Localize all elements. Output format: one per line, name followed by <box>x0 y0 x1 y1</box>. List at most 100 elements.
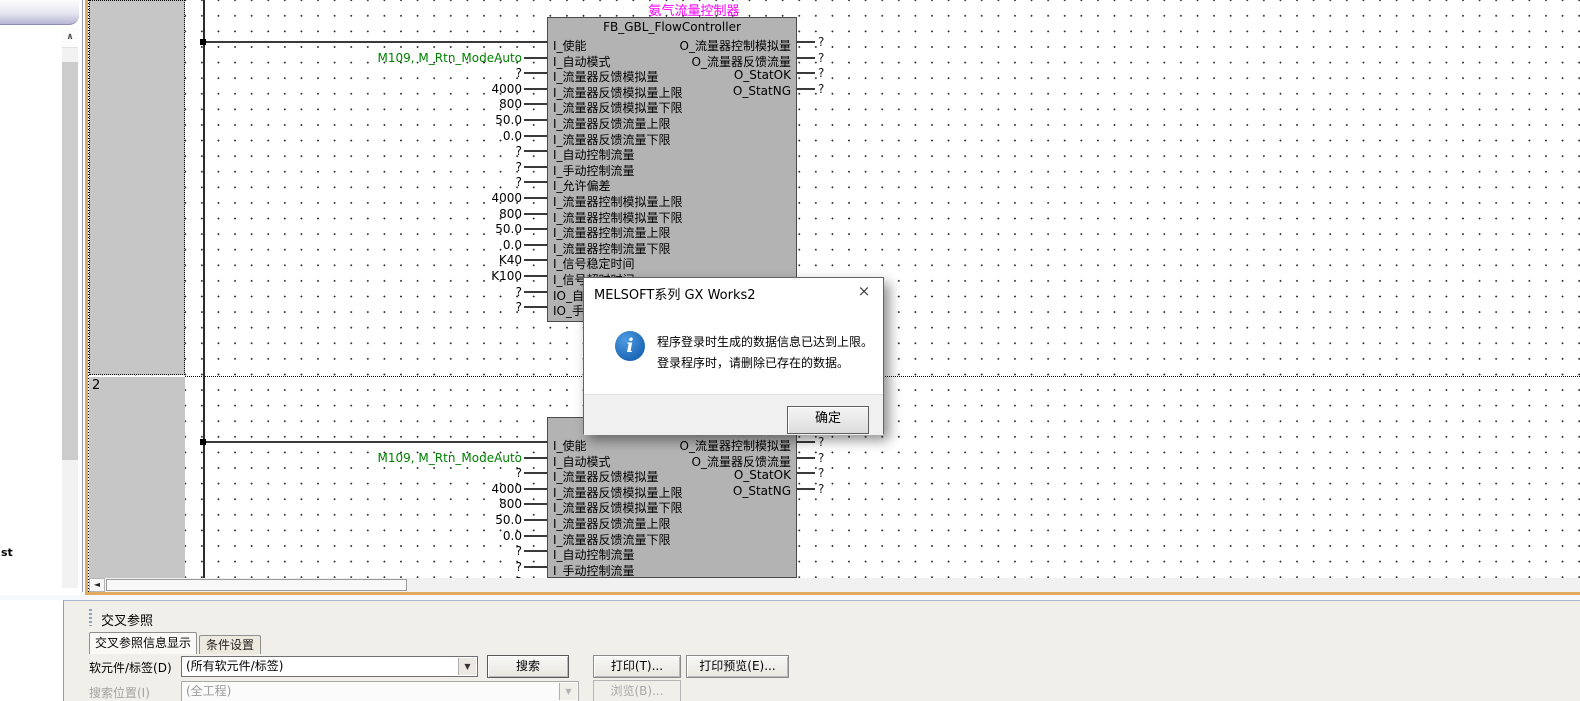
output-operand-value[interactable]: ? <box>818 435 838 449</box>
pin-wire <box>524 88 547 90</box>
operand-value[interactable]: 800 <box>302 207 522 221</box>
operand-value[interactable]: 800 <box>302 497 522 511</box>
fb-output-pin-label: O_StatOK <box>734 68 791 82</box>
fb-input-pin-label: I_手动控制流量 <box>553 562 635 578</box>
close-icon[interactable]: × <box>845 278 883 305</box>
operand-value[interactable]: 50.0 <box>302 113 522 127</box>
tab-condition-settings[interactable]: 条件设置 <box>199 635 261 654</box>
operand-value[interactable]: M109, M_Rtn_ModeAuto <box>302 451 522 465</box>
operand-value[interactable]: ? <box>302 560 522 574</box>
operand-value[interactable]: ? <box>302 66 522 80</box>
operand-value[interactable]: 4000 <box>302 82 522 96</box>
cross-reference-panel-title: 交叉参照 <box>101 610 153 629</box>
operand-value[interactable]: ? <box>302 300 522 314</box>
operand-value[interactable]: 0.0 <box>302 238 522 252</box>
chevron-down-icon: ▼ <box>559 683 577 700</box>
fb-input-pin-label: I_流量器控制模拟量下限 <box>553 209 683 226</box>
operand-value[interactable]: 4000 <box>302 482 522 496</box>
pin-wire <box>524 503 547 505</box>
pin-wire <box>524 519 547 521</box>
wire-junction <box>200 439 206 445</box>
info-icon: i <box>615 331 645 361</box>
operand-value[interactable]: ? <box>302 466 522 480</box>
print-button[interactable]: 打印(T)... <box>593 655 681 678</box>
fb-input-pin-label: I_自动模式 <box>553 53 611 70</box>
fb-input-pin-label: I_流量器反馈流量下限 <box>553 531 671 548</box>
cross-reference-panel: 交叉参照 交叉参照信息显示 条件设置 软元件/标签(D) (所有软元件/标签) … <box>63 600 1580 701</box>
output-operand-value[interactable]: ? <box>818 482 838 496</box>
device-combobox[interactable]: (所有软元件/标签) ▼ <box>181 656 478 677</box>
operand-value[interactable]: 50.0 <box>302 222 522 236</box>
pin-wire <box>524 259 547 261</box>
pin-wire <box>524 472 547 474</box>
fb-input-pin-label: I_流量器反馈模拟量 <box>553 468 659 485</box>
editor-horizontal-scrollbar[interactable]: ◄ <box>89 578 1580 592</box>
fb-input-pin-label: I_信号稳定时间 <box>553 255 635 272</box>
pin-wire <box>797 457 815 459</box>
dialog-footer: 确定 <box>584 394 883 435</box>
output-operand-value[interactable]: ? <box>818 466 838 480</box>
pin-wire <box>524 228 547 230</box>
operand-value[interactable]: ? <box>302 544 522 558</box>
left-panel-scrollbar-thumb[interactable] <box>62 62 78 460</box>
search-button[interactable]: 搜索 <box>487 655 569 678</box>
pin-wire <box>524 291 547 293</box>
dialog-message-line2: 登录程序时，请删除已存在的数据。 <box>657 354 849 371</box>
output-operand-value[interactable]: ? <box>818 451 838 465</box>
operand-value[interactable]: ? <box>302 160 522 174</box>
pin-wire <box>524 457 547 459</box>
editor-horizontal-scrollbar-thumb[interactable] <box>106 579 407 591</box>
left-panel-header-fragment <box>0 0 79 25</box>
fb-title: FB_GBL_FlowController <box>548 20 796 34</box>
fb-output-pin-label: O_流量器反馈流量 <box>692 53 791 70</box>
fb-instance-block[interactable]: FB_GBL_FlowControllerI_使能O_流量器控制模拟量I_自动模… <box>547 417 797 578</box>
operand-value[interactable]: 0.0 <box>302 529 522 543</box>
output-operand-value[interactable]: ? <box>818 51 838 65</box>
panel-grip-icon[interactable] <box>89 609 92 626</box>
fb-input-pin-label: I_流量器反馈模拟量下限 <box>553 99 683 116</box>
pin-wire <box>524 244 547 246</box>
operand-value[interactable]: 50.0 <box>302 513 522 527</box>
chevron-down-icon[interactable]: ▼ <box>458 658 476 675</box>
operand-value[interactable]: ? <box>302 144 522 158</box>
scroll-up-icon[interactable]: ∧ <box>62 28 78 48</box>
operand-value[interactable]: 4000 <box>302 191 522 205</box>
left-panel-border <box>82 0 83 592</box>
operand-value[interactable]: ? <box>302 285 522 299</box>
rung-wire <box>203 41 547 43</box>
rung-2-number: 2 <box>92 378 100 393</box>
device-label: 软元件/标签(D) <box>89 659 172 676</box>
wire-junction <box>200 39 206 45</box>
fb-input-pin-label: I_流量器反馈模拟量下限 <box>553 499 683 516</box>
tab-cross-reference-info[interactable]: 交叉参照信息显示 <box>89 632 197 654</box>
pin-wire <box>524 213 547 215</box>
fb-output-pin-label: O_StatNG <box>733 484 791 498</box>
rung-2-margin[interactable]: 2 <box>89 377 185 578</box>
output-operand-value[interactable]: ? <box>818 82 838 96</box>
ok-button[interactable]: 确定 <box>787 406 869 434</box>
operand-value[interactable]: M109, M_Rtn_ModeAuto <box>302 51 522 65</box>
output-operand-value[interactable]: ? <box>818 66 838 80</box>
operand-value[interactable]: K40 <box>302 253 522 267</box>
operand-value[interactable]: 800 <box>302 97 522 111</box>
operand-value[interactable]: ? <box>302 175 522 189</box>
print-preview-button[interactable]: 打印预览(E)... <box>686 655 789 678</box>
fb-input-pin-label: I_流量器反馈模拟量上限 <box>553 84 683 101</box>
pin-wire <box>524 566 547 568</box>
fb-output-pin-label: O_StatNG <box>733 84 791 98</box>
operand-value[interactable]: K100 <box>302 269 522 283</box>
fb-output-pin-label: O_流量器反馈流量 <box>692 453 791 470</box>
output-operand-value[interactable]: ? <box>818 35 838 49</box>
fb-input-pin-label: I_流量器反馈流量上限 <box>553 515 671 532</box>
fb-input-pin-label: I_自动控制流量 <box>553 546 635 563</box>
device-combobox-value: (所有软元件/标签) <box>186 659 283 673</box>
left-panel-partial-text: st <box>1 546 13 559</box>
pin-wire <box>524 72 547 74</box>
pin-wire <box>797 72 815 74</box>
fb-input-pin-label: I_流量器控制模拟量上限 <box>553 193 683 210</box>
operand-value[interactable]: 0.0 <box>302 129 522 143</box>
rung-1-margin-selected[interactable] <box>89 0 185 375</box>
pin-wire <box>524 135 547 137</box>
melsoft-warning-dialog: MELSOFT系列 GX Works2 × i 程序登录时生成的数据信息已达到上… <box>583 277 884 434</box>
scroll-left-icon[interactable]: ◄ <box>89 578 105 592</box>
